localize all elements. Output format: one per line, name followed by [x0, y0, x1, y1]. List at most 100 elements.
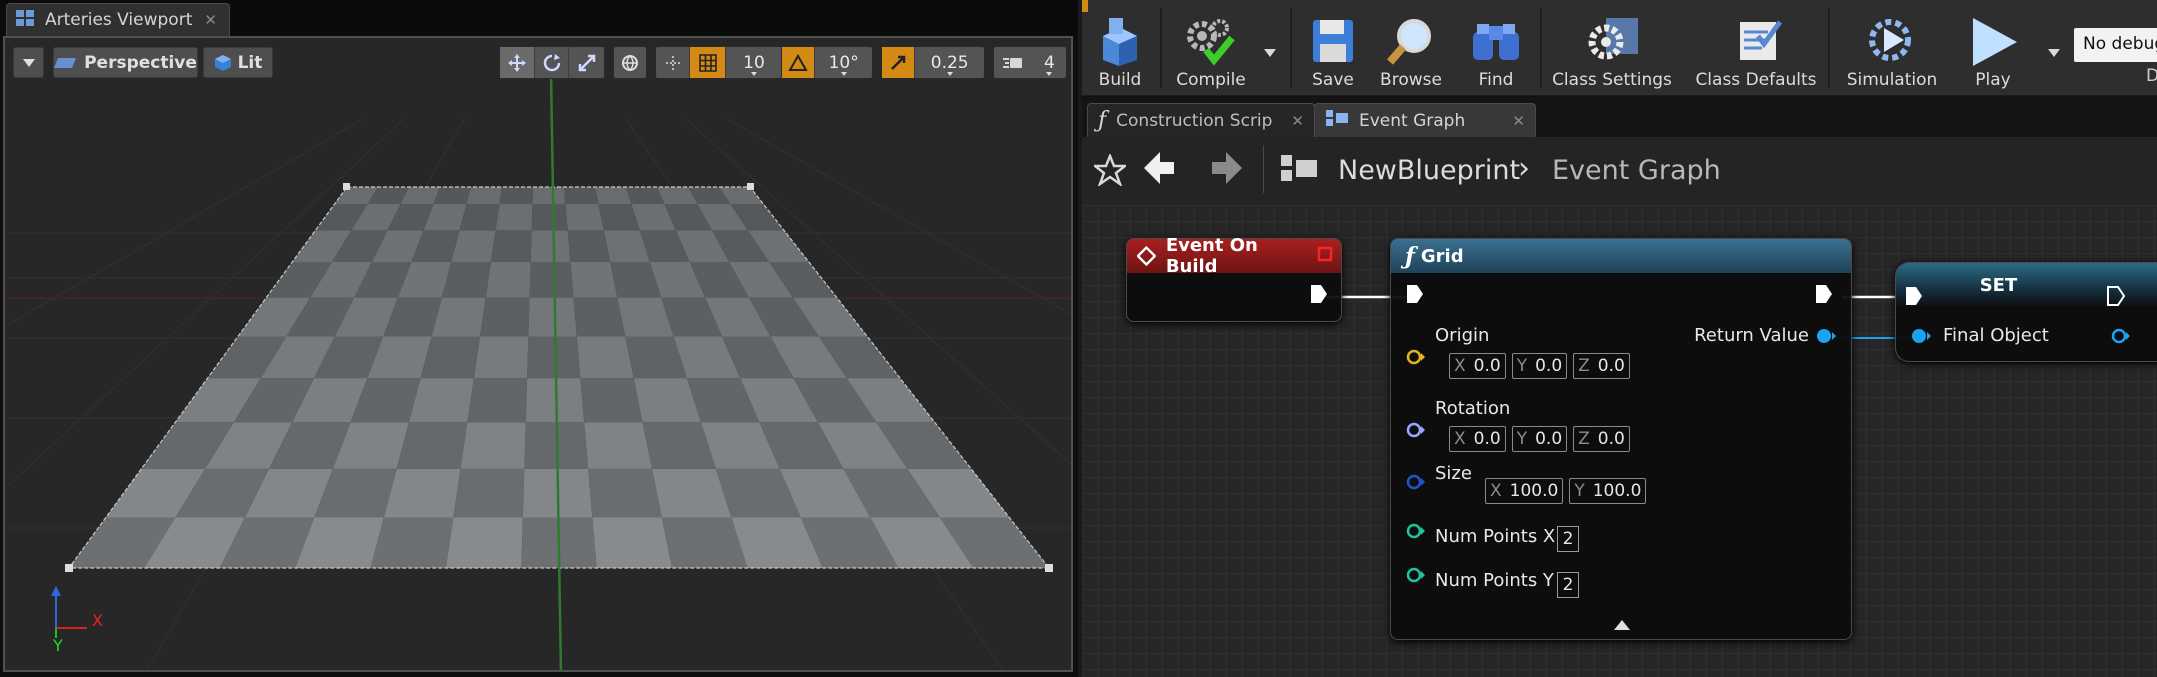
browse-button[interactable]: Browse	[1374, 6, 1448, 92]
final-object-output-pin[interactable]	[2110, 326, 2132, 350]
build-button[interactable]: Build	[1088, 6, 1152, 92]
exec-input-pin[interactable]	[1405, 283, 1425, 309]
simulation-label: Simulation	[1846, 70, 1938, 90]
play-options-chevron-down-icon[interactable]	[2048, 42, 2060, 61]
perspective-button[interactable]: Perspective	[53, 47, 198, 78]
return-value-pin[interactable]	[1815, 326, 1837, 350]
scale-snap-value[interactable]: 0.25	[915, 47, 984, 78]
play-button[interactable]: Play	[1956, 6, 2030, 92]
origin-vector-fields: X 0.0 Y 0.0 Z 0.0	[1449, 353, 1630, 379]
num-points-y-pin[interactable]	[1405, 565, 1427, 589]
grid-header: ƒ Grid	[1391, 239, 1851, 273]
simulation-button[interactable]: Simulation	[1834, 6, 1950, 92]
grid-snap-group: 10	[655, 46, 783, 79]
event-on-build-node[interactable]: Event On Build	[1126, 235, 1342, 322]
origin-y-field[interactable]: Y 0.0	[1511, 353, 1568, 379]
exec-output-pin[interactable]	[1814, 283, 1834, 309]
viewport-options-button[interactable]	[13, 47, 44, 78]
lit-button[interactable]: Lit	[203, 47, 273, 78]
tab-event-graph[interactable]: Event Graph ✕	[1314, 103, 1536, 137]
final-object-input-pin[interactable]	[1910, 326, 1932, 350]
globe-icon	[614, 47, 646, 78]
viewport-3d-view[interactable]: X Y Perspective Lit 10 10° 0.25 4	[3, 36, 1073, 672]
size-x-field[interactable]: X 100.0	[1485, 478, 1564, 504]
class-settings-button[interactable]: Class Settings	[1546, 6, 1678, 92]
viewport-tab-icon	[15, 9, 35, 32]
camera-speed-group[interactable]: 4	[993, 46, 1067, 79]
class-defaults-button[interactable]: Class Defaults	[1690, 6, 1822, 92]
binoculars-icon	[1473, 24, 1519, 60]
event-graph-icon	[1325, 109, 1349, 132]
function-icon: ƒ	[1098, 108, 1107, 133]
size-pin[interactable]	[1405, 472, 1427, 496]
origin-z-value: 0.0	[1597, 356, 1625, 376]
class-defaults-label: Class Defaults	[1695, 70, 1817, 90]
origin-x-value: 0.0	[1473, 356, 1501, 376]
magnifier-icon	[1386, 19, 1431, 65]
close-icon[interactable]: ✕	[1291, 112, 1304, 130]
rotation-pin[interactable]	[1405, 420, 1427, 444]
surface-snap-icon[interactable]	[656, 47, 690, 78]
transform-mode-group	[499, 46, 605, 79]
translate-icon[interactable]	[500, 47, 535, 78]
breadcrumb-graph: Event Graph	[1552, 155, 1721, 186]
forward-arrow-icon[interactable]	[1210, 150, 1244, 190]
rotation-x-field[interactable]: X 0.0	[1449, 426, 1506, 452]
rotation-z-value: 0.0	[1597, 429, 1625, 449]
grid-snap-toggle[interactable]	[690, 47, 726, 78]
event-on-build-header: Event On Build	[1127, 235, 1341, 277]
origin-pin[interactable]	[1405, 347, 1427, 371]
origin-z-field[interactable]: Z 0.0	[1573, 353, 1630, 379]
rotation-snap-group: 10°	[781, 46, 873, 79]
rotate-icon[interactable]	[535, 47, 570, 78]
function-icon: ƒ	[1405, 242, 1415, 270]
world-local-toggle[interactable]	[613, 46, 647, 79]
class-settings-icon	[1588, 18, 1638, 60]
tab-arteries-viewport[interactable]: Arteries Viewport ✕	[6, 3, 230, 36]
num-points-y-field[interactable]: 2	[1557, 572, 1579, 598]
back-arrow-icon[interactable]	[1142, 150, 1176, 190]
scale-snap-toggle[interactable]	[882, 47, 916, 78]
save-button[interactable]: Save	[1298, 6, 1368, 92]
debug-filter-select[interactable]: No debug	[2074, 28, 2157, 62]
close-icon[interactable]: ✕	[204, 11, 217, 29]
axis-x-label: X	[92, 611, 103, 630]
set-title: SET	[1979, 274, 2018, 296]
tab-construction-script[interactable]: ƒ Construction Scrip ✕	[1087, 103, 1315, 137]
scale-icon[interactable]	[569, 47, 604, 78]
compile-button[interactable]: Compile	[1166, 6, 1256, 92]
rotation-z-field[interactable]: Z 0.0	[1573, 426, 1630, 452]
viewport-tab-label: Arteries Viewport	[45, 10, 193, 30]
exec-input-pin[interactable]	[1904, 285, 1924, 311]
return-value-label: Return Value	[1694, 325, 1809, 346]
grid-function-node[interactable]: ƒ Grid Return Value Origin X 0.0 Y 0.0 Z 0.…	[1390, 238, 1852, 640]
nav-separator	[1263, 145, 1264, 193]
compile-options-chevron-down-icon[interactable]	[1264, 42, 1276, 61]
play-icon	[1973, 18, 2017, 66]
num-points-x-field[interactable]: 2	[1557, 526, 1579, 552]
collapse-advanced-arrow-icon[interactable]	[1613, 616, 1631, 635]
save-icon	[1313, 20, 1353, 62]
size-y-field[interactable]: Y 100.0	[1569, 478, 1647, 504]
num-points-x-label: Num Points X	[1435, 526, 1556, 547]
close-icon[interactable]: ✕	[1512, 112, 1525, 130]
size-label: Size	[1435, 463, 1472, 484]
tab-construction-script-label: Construction Scrip	[1116, 110, 1273, 131]
rotation-y-field[interactable]: Y 0.0	[1511, 426, 1568, 452]
find-button[interactable]: Find	[1456, 6, 1536, 92]
origin-y-value: 0.0	[1535, 356, 1563, 376]
rotation-snap-toggle[interactable]	[782, 47, 816, 78]
delegate-pin-icon[interactable]	[1317, 246, 1333, 267]
num-points-x-pin[interactable]	[1405, 521, 1427, 545]
grid-title: Grid	[1420, 245, 1464, 267]
origin-label: Origin	[1435, 325, 1490, 346]
set-variable-node[interactable]: SET Final Object	[1895, 262, 2157, 362]
exec-output-pin[interactable]	[2106, 285, 2126, 311]
grid-icon	[698, 53, 717, 72]
favorite-star-icon[interactable]	[1091, 152, 1129, 190]
exec-output-pin[interactable]	[1309, 283, 1329, 309]
grid-snap-value[interactable]: 10	[726, 47, 782, 78]
breadcrumb-blueprint[interactable]: NewBlueprint	[1338, 155, 1520, 186]
origin-x-field[interactable]: X 0.0	[1449, 353, 1506, 379]
rotation-snap-value[interactable]: 10°	[815, 47, 872, 78]
